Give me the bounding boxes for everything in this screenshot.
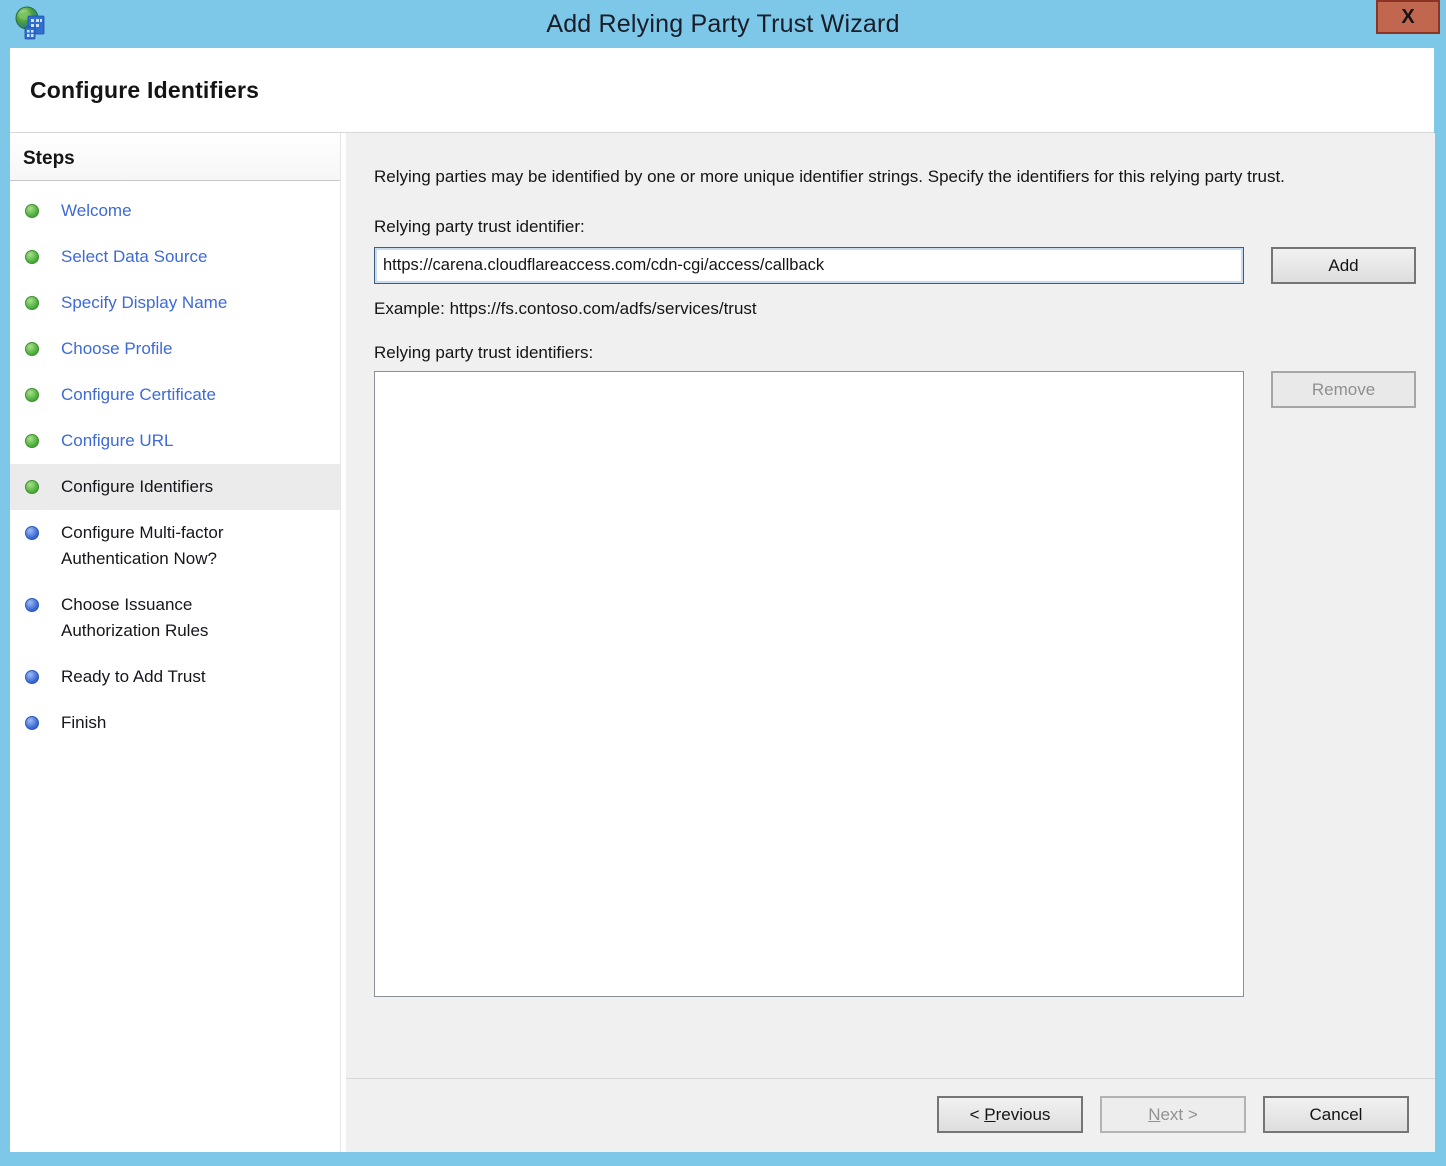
sidebar-item-ready-to-add-trust: Ready to Add Trust <box>10 654 340 700</box>
step-status-dot <box>25 388 39 402</box>
step-label: Specify Display Name <box>61 290 227 316</box>
step-status-dot <box>25 716 39 730</box>
steps-list: Welcome Select Data Source Specify Displ… <box>10 188 340 746</box>
step-label: Ready to Add Trust <box>61 664 206 690</box>
wizard-window: Add Relying Party Trust Wizard X Configu… <box>0 0 1446 1166</box>
step-label: Choose Issuance Authorization Rules <box>61 592 286 644</box>
add-button[interactable]: Add <box>1271 247 1416 284</box>
step-status-dot <box>25 598 39 612</box>
wizard-footer: < Previous Next > Cancel <box>346 1078 1435 1152</box>
page-header: Configure Identifiers <box>10 48 1434 133</box>
sidebar-item-specify-display-name[interactable]: Specify Display Name <box>10 280 340 326</box>
relying-party-identifier-input[interactable] <box>374 247 1244 284</box>
sidebar-item-welcome[interactable]: Welcome <box>10 188 340 234</box>
sidebar-item-finish: Finish <box>10 700 340 746</box>
step-label: Configure Multi-factor Authentication No… <box>61 520 286 572</box>
step-label: Choose Profile <box>61 336 173 362</box>
next-button[interactable]: Next > <box>1100 1096 1246 1133</box>
cancel-button[interactable]: Cancel <box>1263 1096 1409 1133</box>
steps-sidebar: Steps Welcome Select Data Source Specify… <box>10 133 341 1152</box>
step-status-dot <box>25 342 39 356</box>
step-status-dot <box>25 250 39 264</box>
content-area: Relying parties may be identified by one… <box>346 133 1435 1152</box>
identifiers-list-label: Relying party trust identifiers: <box>374 343 1416 363</box>
identifier-label: Relying party trust identifier: <box>374 217 1416 237</box>
example-text: Example: https://fs.contoso.com/adfs/ser… <box>374 299 1416 319</box>
previous-button[interactable]: < Previous <box>937 1096 1083 1133</box>
sidebar-item-choose-issuance-authorization-rules: Choose Issuance Authorization Rules <box>10 582 340 654</box>
wizard-panel: Configure Identifiers Steps Welcome Sele… <box>10 48 1434 1152</box>
step-label: Select Data Source <box>61 244 207 270</box>
step-status-dot <box>25 204 39 218</box>
step-label: Configure Identifiers <box>61 474 213 500</box>
step-label: Configure URL <box>61 428 173 454</box>
step-status-dot <box>25 480 39 494</box>
step-status-dot <box>25 670 39 684</box>
sidebar-item-configure-multi-factor-authentication-now: Configure Multi-factor Authentication No… <box>10 510 340 582</box>
window-title: Add Relying Party Trust Wizard <box>0 0 1446 48</box>
remove-button[interactable]: Remove <box>1271 371 1416 408</box>
step-label: Configure Certificate <box>61 382 216 408</box>
sidebar-item-configure-identifiers: Configure Identifiers <box>10 464 340 510</box>
sidebar-item-select-data-source[interactable]: Select Data Source <box>10 234 340 280</box>
step-status-dot <box>25 434 39 448</box>
close-button[interactable]: X <box>1376 0 1440 34</box>
identifiers-listbox[interactable] <box>374 371 1244 997</box>
sidebar-item-choose-profile[interactable]: Choose Profile <box>10 326 340 372</box>
intro-text: Relying parties may be identified by one… <box>374 163 1404 190</box>
step-label: Welcome <box>61 198 132 224</box>
step-label: Finish <box>61 710 106 736</box>
step-status-dot <box>25 526 39 540</box>
titlebar: Add Relying Party Trust Wizard X <box>0 0 1446 48</box>
page-title: Configure Identifiers <box>30 77 259 104</box>
sidebar-item-configure-certificate[interactable]: Configure Certificate <box>10 372 340 418</box>
sidebar-item-configure-url[interactable]: Configure URL <box>10 418 340 464</box>
steps-heading: Steps <box>10 133 340 181</box>
step-status-dot <box>25 296 39 310</box>
